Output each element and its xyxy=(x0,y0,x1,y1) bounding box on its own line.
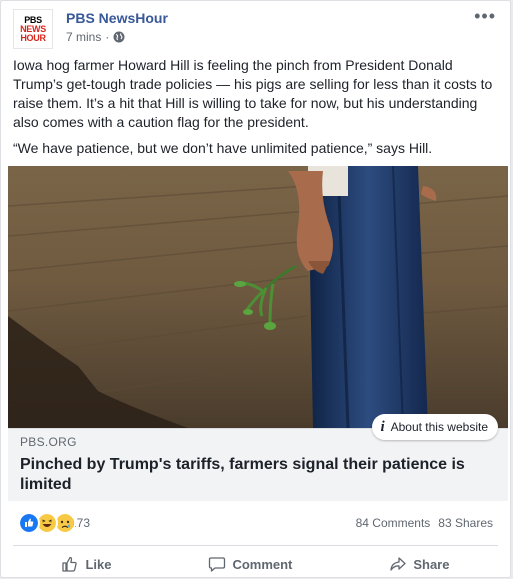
page-name-link[interactable]: PBS NewsHour xyxy=(66,10,168,26)
shares-count[interactable]: 83 Shares xyxy=(438,516,493,530)
thumbs-up-icon xyxy=(62,556,78,572)
comment-icon xyxy=(209,557,226,572)
post-paragraph-2: “We have patience, but we don’t have unl… xyxy=(13,140,433,156)
share-button[interactable]: Share xyxy=(389,555,449,573)
like-button[interactable]: Like xyxy=(61,555,111,573)
reaction-icons[interactable] xyxy=(18,512,76,534)
globe-icon xyxy=(113,31,125,43)
comments-count[interactable]: 84 Comments xyxy=(356,516,431,530)
post-stats: 173 84 Comments 83 Shares xyxy=(18,512,493,534)
post-paragraph-1: Iowa hog farmer Howard Hill is feeling t… xyxy=(13,57,493,130)
post-header: PBS NEWS HOUR PBS NewsHour 7 mins · ••• xyxy=(13,7,498,49)
logo-line-3: HOUR xyxy=(20,32,46,43)
about-website-button[interactable]: i About this website xyxy=(372,414,498,440)
meta-separator: · xyxy=(105,30,110,44)
comment-button[interactable]: Comment xyxy=(208,555,292,573)
post-text: Iowa hog farmer Howard Hill is feeling t… xyxy=(13,56,498,165)
like-icon xyxy=(18,512,40,534)
engagement-counts: 84 Comments 83 Shares xyxy=(356,516,493,530)
comment-label: Comment xyxy=(232,556,293,572)
link-preview-image[interactable] xyxy=(8,166,508,428)
post-card: PBS NEWS HOUR PBS NewsHour 7 mins · ••• … xyxy=(0,0,511,578)
share-label: Share xyxy=(413,556,450,572)
post-meta: 7 mins · xyxy=(66,30,125,44)
share-icon xyxy=(390,557,406,571)
info-icon: i xyxy=(380,418,385,435)
like-label: Like xyxy=(85,556,112,572)
link-domain: PBS.ORG xyxy=(20,435,77,449)
link-title[interactable]: Pinched by Trump's tariffs, farmers sign… xyxy=(20,455,490,495)
more-options-icon[interactable]: ••• xyxy=(474,7,496,25)
post-timestamp[interactable]: 7 mins xyxy=(66,30,101,44)
about-website-label: About this website xyxy=(390,420,488,434)
page-avatar[interactable]: PBS NEWS HOUR xyxy=(13,9,53,49)
actions-divider xyxy=(13,545,498,546)
post-actions: Like Comment Share xyxy=(13,549,498,579)
